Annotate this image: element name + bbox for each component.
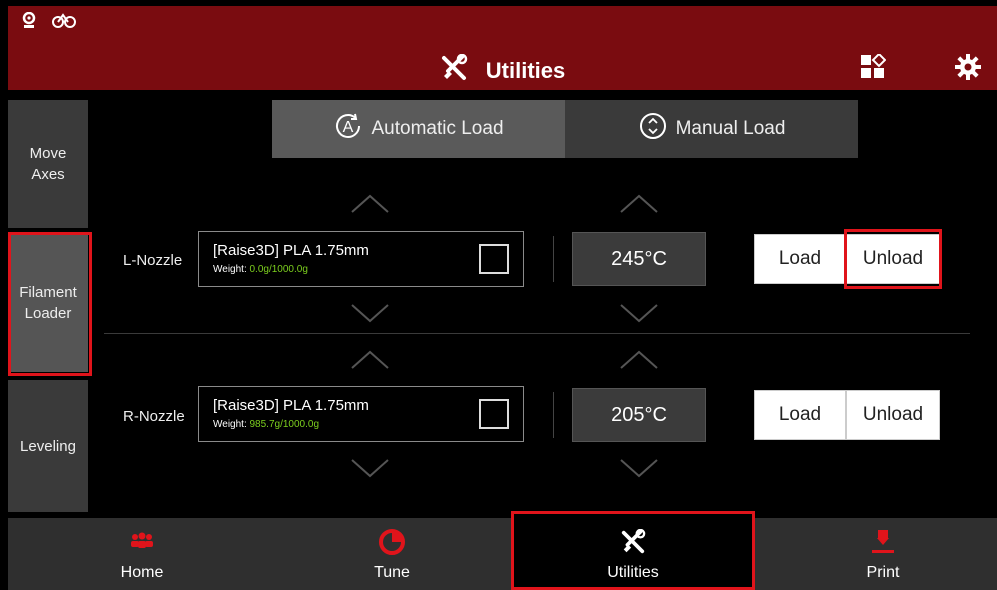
nav-print[interactable]: Print	[793, 518, 973, 590]
sidebar-item-filament-loader[interactable]: Filament Loader	[8, 234, 88, 372]
filament-name: [Raise3D] PLA 1.75mm	[213, 242, 369, 259]
unload-button-left[interactable]: Unload	[846, 234, 940, 284]
nozzle-label-right: R-Nozzle	[123, 408, 185, 425]
nav-home[interactable]: Home	[52, 518, 232, 590]
tab-label: Manual Load	[675, 118, 786, 139]
chevron-up-icon[interactable]	[619, 194, 659, 214]
page-title: Utilities	[485, 57, 566, 83]
page-title-group: Utilities	[8, 53, 997, 87]
svg-text:A: A	[343, 119, 354, 136]
users-icon	[128, 528, 156, 556]
unload-button-right[interactable]: Unload	[846, 390, 940, 440]
filament-weight: Weight: 985.7g/1000.0g	[213, 419, 319, 430]
load-button-right[interactable]: Load	[754, 390, 846, 440]
gear-icon[interactable]	[953, 52, 983, 82]
chevron-down-icon[interactable]	[350, 458, 390, 478]
chevron-down-icon[interactable]	[619, 303, 659, 323]
chevron-down-icon[interactable]	[350, 303, 390, 323]
updown-circle-icon	[638, 111, 668, 147]
weight-prefix: Weight:	[213, 264, 250, 275]
sidebar-item-label: Move Axes	[29, 145, 67, 183]
weight-value: 0.0g/1000.0g	[249, 264, 308, 275]
chevron-down-icon[interactable]	[619, 458, 659, 478]
header-bar: Utilities	[8, 6, 997, 90]
chevron-up-icon[interactable]	[350, 350, 390, 370]
filament-selector-right[interactable]: [Raise3D] PLA 1.75mm Weight: 985.7g/1000…	[198, 386, 524, 442]
tools-icon	[620, 528, 646, 556]
tab-label: Automatic Load	[371, 118, 504, 139]
link-icon	[50, 13, 78, 34]
sidebar-item-label: Leveling	[20, 437, 76, 455]
tab-automatic-load[interactable]: A Automatic Load	[272, 100, 565, 158]
chevron-up-icon[interactable]	[350, 194, 390, 214]
status-icons	[22, 11, 78, 35]
sidebar-item-move-axes[interactable]: Move Axes	[8, 100, 88, 228]
load-button-left[interactable]: Load	[754, 234, 846, 284]
nav-label: Print	[866, 564, 900, 581]
tab-manual-load[interactable]: Manual Load	[565, 100, 858, 158]
divider	[553, 236, 554, 282]
print-nozzle-icon	[869, 528, 897, 556]
nav-label: Home	[120, 564, 164, 581]
temperature-right[interactable]: 205°C	[572, 388, 706, 442]
load-mode-tabs: A Automatic Load Manual Load	[272, 100, 858, 158]
a-circle-icon: A	[333, 111, 363, 147]
pie-icon	[378, 528, 406, 556]
nav-label: Utilities	[607, 564, 659, 581]
grid-shape-icon[interactable]	[858, 52, 888, 82]
divider	[553, 392, 554, 438]
weight-value: 985.7g/1000.0g	[249, 419, 320, 430]
weight-prefix: Weight:	[213, 419, 250, 430]
bottom-nav: Home Tune Utilities Print	[8, 518, 997, 590]
nozzle-label-left: L-Nozzle	[123, 252, 183, 269]
filament-checkbox[interactable]	[479, 399, 509, 429]
nav-label: Tune	[374, 564, 410, 581]
temperature-left[interactable]: 245°C	[572, 232, 706, 286]
filament-weight: Weight: 0.0g/1000.0g	[213, 264, 308, 275]
side-nav: Move Axes Filament Loader Leveling	[8, 100, 88, 512]
tools-icon	[440, 53, 468, 87]
sidebar-item-label: Filament Loader	[19, 284, 77, 322]
chevron-up-icon[interactable]	[619, 350, 659, 370]
camera-icon	[22, 11, 36, 35]
row-divider	[104, 333, 970, 334]
nav-utilities[interactable]: Utilities	[512, 518, 754, 590]
nav-tune[interactable]: Tune	[302, 518, 482, 590]
filament-selector-left[interactable]: [Raise3D] PLA 1.75mm Weight: 0.0g/1000.0…	[198, 231, 524, 287]
filament-checkbox[interactable]	[479, 244, 509, 274]
filament-name: [Raise3D] PLA 1.75mm	[213, 397, 369, 414]
sidebar-item-leveling[interactable]: Leveling	[8, 380, 88, 512]
